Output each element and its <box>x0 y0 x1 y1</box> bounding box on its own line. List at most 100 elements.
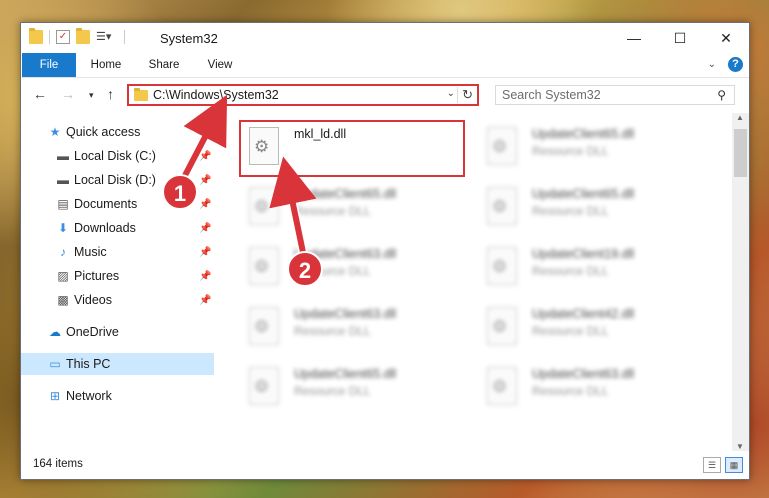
vertical-scrollbar[interactable]: ▲ ▼ <box>732 113 749 451</box>
sidebar-item-quick-access[interactable]: ★ Quick access <box>21 121 214 143</box>
sidebar-item-this-pc[interactable]: ▭ This PC <box>21 353 214 375</box>
quick-access-toolbar: ✓ ☰▾ <box>29 28 125 44</box>
sidebar-item-label: Quick access <box>66 125 141 139</box>
pin-icon[interactable]: 📌 <box>199 271 211 282</box>
file-item[interactable]: UpdateClient63.dllResource DLL <box>242 243 462 291</box>
search-icon[interactable]: ⚲ <box>717 88 726 102</box>
pin-icon[interactable]: 📌 <box>199 223 211 234</box>
pin-icon[interactable]: 📌 <box>199 247 211 258</box>
close-button[interactable]: ✕ <box>703 23 749 53</box>
dll-file-icon <box>249 307 279 345</box>
file-item[interactable]: UpdateClient65.dll Resource DLL <box>480 123 700 171</box>
file-name: UpdateClient63.dll <box>294 307 397 321</box>
pin-icon[interactable]: 📌 <box>199 295 211 306</box>
download-icon: ⬇ <box>57 221 69 235</box>
new-folder-icon[interactable] <box>76 28 90 44</box>
sidebar-item-label: Local Disk (D:) <box>74 173 156 187</box>
scroll-up-icon[interactable]: ▲ <box>736 113 744 122</box>
status-bar: 164 items ☰ ▦ <box>21 451 749 479</box>
file-name: UpdateClient63.dll <box>532 367 635 381</box>
maximize-button[interactable]: ☐ <box>657 23 703 53</box>
pin-icon[interactable]: 📌 <box>199 199 211 210</box>
forward-arrow-icon[interactable]: → <box>61 86 75 102</box>
navigation-pane: ★ Quick access ▬ Local Disk (C:) 📌 ▬ Local Dis… <box>21 113 214 451</box>
scroll-thumb[interactable] <box>734 129 747 177</box>
explorer-window: ✓ ☰▾ System32 — ☐ ✕ File Home Share View… <box>20 22 750 480</box>
tab-file[interactable]: File <box>22 53 76 77</box>
file-item[interactable]: UpdateClient65.dll Resource DLL <box>242 363 462 411</box>
up-arrow-icon[interactable]: ↑ <box>107 86 114 102</box>
file-item[interactable]: UpdateClient19.dll Resource DLL <box>480 243 700 291</box>
drive-icon: ▬ <box>57 173 69 187</box>
tab-home[interactable]: Home <box>81 53 131 77</box>
pictures-icon: ▨ <box>57 269 69 283</box>
drive-icon: ▬ <box>57 149 69 163</box>
large-icons-view-icon[interactable]: ▦ <box>725 457 743 473</box>
sidebar-item-label: Documents <box>74 197 138 211</box>
dll-file-icon <box>487 127 517 165</box>
file-type: Resource DLL <box>532 204 609 218</box>
minimize-button[interactable]: — <box>611 23 657 53</box>
address-bar[interactable]: C:\Windows\System32 ⌄ ↻ <box>127 84 479 106</box>
file-item[interactable]: UpdateClient63.dll Resource DLL <box>480 363 700 411</box>
back-arrow-icon[interactable]: ← <box>33 86 47 102</box>
network-icon: ⊞ <box>49 389 61 403</box>
sidebar-item-music[interactable]: ♪ Music 📌 <box>21 241 214 263</box>
file-name: UpdateClient65.dll <box>532 187 635 201</box>
dll-file-icon <box>249 187 279 225</box>
sidebar-item-pictures[interactable]: ▨ Pictures 📌 <box>21 265 214 287</box>
sidebar-item-label: Network <box>66 389 112 403</box>
file-name: UpdateClient65.dll <box>532 127 635 141</box>
address-path[interactable]: C:\Windows\System32 <box>153 88 279 102</box>
window-title: System32 <box>160 31 218 46</box>
dll-file-icon <box>487 367 517 405</box>
document-icon: ▤ <box>57 197 69 211</box>
sidebar-item-videos[interactable]: ▩ Videos 📌 <box>21 289 214 311</box>
qat-separator <box>49 30 50 44</box>
ribbon-tabs: File Home Share View ⌄ ? <box>21 53 749 78</box>
help-icon[interactable]: ? <box>728 57 743 72</box>
sidebar-item-onedrive[interactable]: ☁ OneDrive <box>21 321 214 343</box>
pin-icon[interactable]: 📌 <box>199 175 211 186</box>
scroll-down-icon[interactable]: ▼ <box>736 442 744 451</box>
search-placeholder[interactable]: Search System32 <box>502 88 601 102</box>
dll-file-icon <box>487 187 517 225</box>
sidebar-item-label: This PC <box>66 357 111 371</box>
file-name: UpdateClient42.dll <box>532 307 635 321</box>
navigation-bar: ← → ▾ ↑ C:\Windows\System32 ⌄ ↻ Search S… <box>21 78 749 110</box>
file-type: Resource DLL <box>532 324 609 338</box>
refresh-icon[interactable]: ↻ <box>457 87 473 103</box>
file-name: UpdateClient65.dll <box>294 187 397 201</box>
step-1-marker: 1 <box>162 174 198 210</box>
file-item[interactable]: UpdateClient65.dll Resource DLL <box>242 183 462 231</box>
details-view-icon[interactable]: ☰ <box>703 457 721 473</box>
expand-ribbon-icon[interactable]: ⌄ <box>708 59 716 70</box>
video-icon: ▩ <box>57 293 69 307</box>
customize-toolbar-icon[interactable]: ☰▾ <box>96 30 118 44</box>
file-item[interactable]: UpdateClient63.dll Resource DLL <box>242 303 462 351</box>
sidebar-item-downloads[interactable]: ⬇ Downloads 📌 <box>21 217 214 239</box>
highlight-box <box>239 120 465 177</box>
properties-icon[interactable]: ✓ <box>56 30 70 44</box>
recent-locations-icon[interactable]: ▾ <box>89 90 94 101</box>
item-count: 164 items <box>33 458 83 470</box>
sidebar-item-network[interactable]: ⊞ Network <box>21 385 214 407</box>
address-dropdown-icon[interactable]: ⌄ <box>447 88 455 99</box>
file-item[interactable]: UpdateClient65.dll Resource DLL <box>480 183 700 231</box>
pin-icon[interactable]: 📌 <box>199 151 211 162</box>
file-item[interactable]: UpdateClient42.dll Resource DLL <box>480 303 700 351</box>
ribbon-right: ⌄ ? <box>708 57 743 72</box>
folder-icon <box>29 28 43 44</box>
file-type: Resource DLL <box>294 324 371 338</box>
view-buttons: ☰ ▦ <box>703 457 743 473</box>
star-icon: ★ <box>49 125 61 139</box>
tab-view[interactable]: View <box>195 53 245 77</box>
step-2-marker: 2 <box>287 251 323 287</box>
tab-share[interactable]: Share <box>139 53 189 77</box>
dll-file-icon <box>249 367 279 405</box>
search-box[interactable]: Search System32 ⚲ <box>495 85 735 105</box>
file-type: Resource DLL <box>532 384 609 398</box>
sidebar-item-label: Videos <box>74 293 112 307</box>
file-type: Resource DLL <box>294 384 371 398</box>
sidebar-item-local-disk-c[interactable]: ▬ Local Disk (C:) 📌 <box>21 145 214 167</box>
